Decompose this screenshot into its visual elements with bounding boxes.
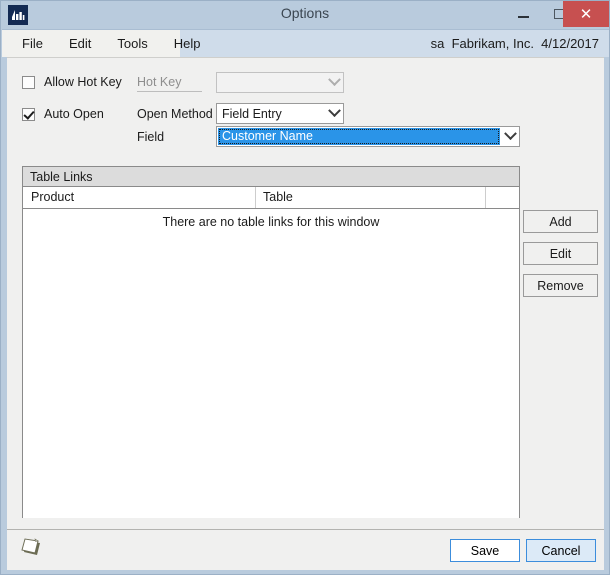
- minimize-icon: [505, 1, 541, 27]
- client-area: Allow Hot Key Hot Key Auto Open Open Met…: [7, 57, 604, 529]
- allow-hot-key-checkbox[interactable]: [22, 75, 35, 89]
- save-button[interactable]: Save: [450, 539, 520, 562]
- minimize-button[interactable]: [505, 1, 541, 27]
- title-bar: Options ✕: [1, 1, 609, 29]
- table-links-header-row: Product Table: [23, 187, 519, 209]
- table-links-list[interactable]: There are no table links for this window: [23, 209, 519, 518]
- allow-hot-key-label: Allow Hot Key: [44, 75, 122, 89]
- menu-item-help[interactable]: Help: [165, 30, 210, 57]
- table-links-title: Table Links: [23, 167, 519, 187]
- table-links-panel: Table Links Product Table There are no t…: [22, 166, 520, 518]
- chevron-down-icon[interactable]: [501, 127, 519, 141]
- field-value[interactable]: Customer Name: [218, 128, 500, 145]
- column-header-table[interactable]: Table: [263, 190, 293, 204]
- open-method-label: Open Method: [137, 107, 213, 121]
- close-icon: ✕: [579, 5, 593, 23]
- add-button[interactable]: Add: [523, 210, 598, 233]
- user-company-date-status: sa Fabrikam, Inc. 4/12/2017: [430, 36, 599, 51]
- column-divider: [255, 187, 256, 208]
- empty-message: There are no table links for this window: [162, 215, 380, 229]
- open-method-value: Field Entry: [222, 106, 282, 121]
- menu-item-tools[interactable]: Tools: [108, 30, 156, 57]
- close-button[interactable]: ✕: [563, 1, 609, 27]
- edit-button[interactable]: Edit: [523, 242, 598, 265]
- allow-hot-key-row: Allow Hot Key: [22, 75, 122, 89]
- chevron-down-icon[interactable]: [325, 104, 343, 118]
- chevron-down-icon: [325, 73, 343, 87]
- auto-open-checkbox[interactable]: [22, 107, 35, 121]
- menu-item-edit[interactable]: Edit: [60, 30, 100, 57]
- field-label: Field: [137, 130, 165, 144]
- note-icon[interactable]: [19, 536, 45, 560]
- auto-open-row: Auto Open: [22, 107, 104, 121]
- column-divider: [485, 187, 486, 208]
- footer-bar: Save Cancel: [7, 529, 604, 570]
- hot-key-label: Hot Key: [137, 75, 202, 92]
- options-window: Options ✕ File Edit Tools Help sa Fabrik…: [0, 0, 610, 575]
- column-header-product[interactable]: Product: [31, 190, 74, 204]
- auto-open-label: Auto Open: [44, 107, 104, 121]
- cancel-button[interactable]: Cancel: [526, 539, 596, 562]
- menu-items: File Edit Tools Help: [2, 30, 200, 57]
- menu-item-file[interactable]: File: [13, 30, 52, 57]
- field-dropdown[interactable]: Customer Name: [216, 126, 520, 147]
- open-method-dropdown[interactable]: Field Entry: [216, 103, 344, 124]
- menu-bar: File Edit Tools Help sa Fabrikam, Inc. 4…: [2, 29, 609, 57]
- remove-button[interactable]: Remove: [523, 274, 598, 297]
- hot-key-dropdown: [216, 72, 344, 93]
